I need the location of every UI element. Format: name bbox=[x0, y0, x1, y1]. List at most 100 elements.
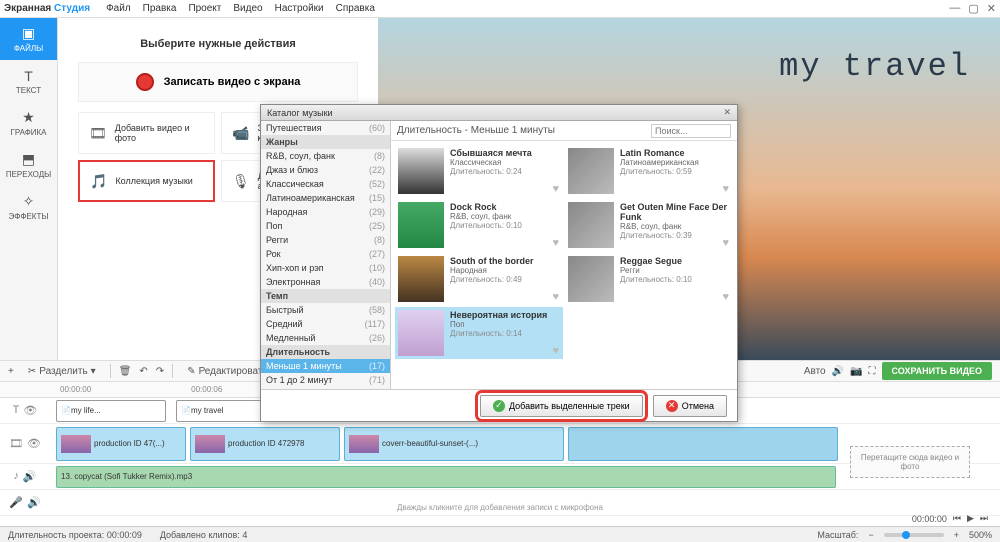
speaker-icon[interactable]: 🔊 bbox=[23, 470, 37, 483]
heart-icon[interactable]: ♥ bbox=[552, 291, 559, 303]
track-cover bbox=[398, 310, 444, 356]
record-icon bbox=[136, 73, 154, 91]
image-icon: ▣ bbox=[22, 25, 35, 42]
menu-help[interactable]: Справка bbox=[336, 3, 375, 14]
music-collection-button[interactable]: 🎵Коллекция музыки bbox=[78, 160, 215, 202]
add-media-button[interactable]: 🎞Добавить видео и фото bbox=[78, 112, 215, 154]
zoom-in-icon[interactable]: + bbox=[954, 530, 959, 540]
category-header-duration: Длительность bbox=[261, 345, 390, 359]
text-icon: T bbox=[24, 68, 33, 84]
category-item[interactable]: Средний(117) bbox=[261, 317, 390, 331]
audio-clip[interactable]: 13. copycat (Sofi Tukker Remix).mp3 bbox=[56, 466, 836, 488]
category-item[interactable]: Рок(27) bbox=[261, 247, 390, 261]
heart-icon[interactable]: ♥ bbox=[552, 345, 559, 357]
category-item[interactable]: Электронная(40) bbox=[261, 275, 390, 289]
eye-icon[interactable]: 👁 bbox=[27, 437, 41, 450]
auto-label: Авто bbox=[804, 366, 826, 377]
playback-controls: 00:00:00 ⏮ ▶ ⏭ bbox=[912, 513, 988, 524]
heart-icon[interactable]: ♥ bbox=[722, 183, 729, 195]
category-item[interactable]: Народная(29) bbox=[261, 205, 390, 219]
sidebar-files[interactable]: ▣ФАЙЛЫ bbox=[0, 18, 57, 60]
zoom-label: Масштаб: bbox=[817, 530, 858, 540]
playback-time: 00:00:00 bbox=[912, 514, 947, 524]
zoom-slider[interactable] bbox=[884, 533, 944, 537]
undo-icon[interactable]: ↶ bbox=[139, 366, 147, 377]
menu-settings[interactable]: Настройки bbox=[275, 3, 324, 14]
trash-icon[interactable]: 🗑 bbox=[119, 366, 132, 377]
category-item[interactable]: Джаз и блюз(22) bbox=[261, 163, 390, 177]
cancel-icon: ✕ bbox=[666, 400, 678, 412]
redo-icon[interactable]: ↷ bbox=[156, 366, 164, 377]
window-controls: — ▢ ✕ bbox=[949, 2, 996, 15]
zoom-out-icon[interactable]: − bbox=[868, 530, 873, 540]
category-item[interactable]: От 1 до 2 минут(71) bbox=[261, 373, 390, 387]
track-item[interactable]: Reggae SegueРеггиДлительность: 0:10 ♥ bbox=[565, 253, 733, 305]
track-cover bbox=[398, 256, 444, 302]
mic-icon: 🎙 bbox=[232, 173, 250, 190]
dialog-titlebar: Каталог музыки ✕ bbox=[261, 105, 737, 121]
add-selected-tracks-button[interactable]: ✓Добавить выделенные треки bbox=[480, 395, 643, 417]
category-item[interactable]: Классическая(52) bbox=[261, 177, 390, 191]
snapshot-icon[interactable]: 📷 bbox=[850, 366, 862, 377]
speaker-icon[interactable]: 🔊 bbox=[27, 496, 41, 509]
dialog-close-icon[interactable]: ✕ bbox=[723, 107, 731, 118]
category-header-genres: Жанры bbox=[261, 135, 390, 149]
save-video-button[interactable]: СОХРАНИТЬ ВИДЕО bbox=[882, 362, 992, 380]
heart-icon[interactable]: ♥ bbox=[552, 183, 559, 195]
category-item[interactable]: Поп(25) bbox=[261, 219, 390, 233]
sidebar-effects[interactable]: ✧ЭФФЕКТЫ bbox=[0, 186, 57, 228]
heart-icon[interactable]: ♥ bbox=[552, 237, 559, 249]
track-cover bbox=[568, 148, 614, 194]
text-clip[interactable]: 📄 my life... bbox=[56, 400, 166, 422]
eye-icon[interactable]: 👁 bbox=[23, 404, 37, 417]
text-track-icon: T bbox=[13, 404, 20, 417]
category-item[interactable]: Латиноамериканская(15) bbox=[261, 191, 390, 205]
category-list: Путешествия(60) Жанры R&B, соул, фанк(8)… bbox=[261, 121, 391, 389]
track-cover bbox=[568, 202, 614, 248]
menu-file[interactable]: Файл bbox=[106, 3, 131, 14]
video-clip[interactable]: coverr-beautiful-sunset-(...) bbox=[344, 427, 564, 461]
minimize-icon[interactable]: — bbox=[949, 2, 960, 15]
video-clip[interactable]: production ID 47(...) bbox=[56, 427, 186, 461]
video-track-icon: 🎞 bbox=[9, 437, 23, 450]
category-item[interactable]: Хип-хоп и рэп(10) bbox=[261, 261, 390, 275]
category-item[interactable]: Регги(8) bbox=[261, 233, 390, 247]
menu-edit[interactable]: Правка bbox=[143, 3, 177, 14]
track-cover bbox=[398, 202, 444, 248]
category-item[interactable]: Путешествия(60) bbox=[261, 121, 390, 135]
video-clip[interactable]: production ID 472978 bbox=[190, 427, 340, 461]
sidebar-transitions[interactable]: ⬒ПЕРЕХОДЫ bbox=[0, 144, 57, 186]
track-cover bbox=[568, 256, 614, 302]
next-icon[interactable]: ⏭ bbox=[980, 513, 988, 524]
track-item[interactable]: Dock RockR&B, соул, фанкДлительность: 0:… bbox=[395, 199, 563, 251]
track-item[interactable]: Latin RomanceЛатиноамериканскаяДлительно… bbox=[565, 145, 733, 197]
close-icon[interactable]: ✕ bbox=[987, 2, 996, 15]
track-item[interactable]: Невероятная историяПопДлительность: 0:14… bbox=[395, 307, 563, 359]
heart-icon[interactable]: ♥ bbox=[722, 291, 729, 303]
category-item[interactable]: Медленный(26) bbox=[261, 331, 390, 345]
wand-icon: ✧ bbox=[23, 193, 35, 210]
record-screen-button[interactable]: Записать видео с экрана bbox=[78, 62, 358, 102]
sidebar-graphics[interactable]: ★ГРАФИКА bbox=[0, 102, 57, 144]
timeline-dropzone[interactable]: Перетащите сюда видео и фото bbox=[850, 446, 970, 478]
track-item[interactable]: Get Outen Mine Face Der FunkR&B, соул, ф… bbox=[565, 199, 733, 251]
category-item[interactable]: Быстрый(58) bbox=[261, 303, 390, 317]
audio-icon[interactable]: 🔊 bbox=[832, 366, 844, 377]
search-input[interactable] bbox=[651, 124, 731, 138]
video-clip-empty[interactable] bbox=[568, 427, 838, 461]
track-item[interactable]: Сбывшаяся мечтаКлассическаяДлительность:… bbox=[395, 145, 563, 197]
track-item[interactable]: South of the borderНароднаяДлительность:… bbox=[395, 253, 563, 305]
category-item[interactable]: Меньше 1 минуты(17) bbox=[261, 359, 390, 373]
menu-video[interactable]: Видео bbox=[233, 3, 262, 14]
menu-project[interactable]: Проект bbox=[188, 3, 221, 14]
category-item[interactable]: R&B, соул, фанк(8) bbox=[261, 149, 390, 163]
fullscreen-icon[interactable]: ⛶ bbox=[869, 366, 876, 377]
heart-icon[interactable]: ♥ bbox=[722, 237, 729, 249]
sidebar-text[interactable]: TТЕКСТ bbox=[0, 60, 57, 102]
play-icon[interactable]: ▶ bbox=[967, 513, 974, 524]
split-button[interactable]: ✂ Разделить ▾ bbox=[22, 364, 102, 379]
add-icon[interactable]: + bbox=[8, 366, 14, 377]
prev-icon[interactable]: ⏮ bbox=[953, 513, 961, 524]
cancel-button[interactable]: ✕Отмена bbox=[653, 395, 727, 417]
maximize-icon[interactable]: ▢ bbox=[968, 2, 978, 15]
